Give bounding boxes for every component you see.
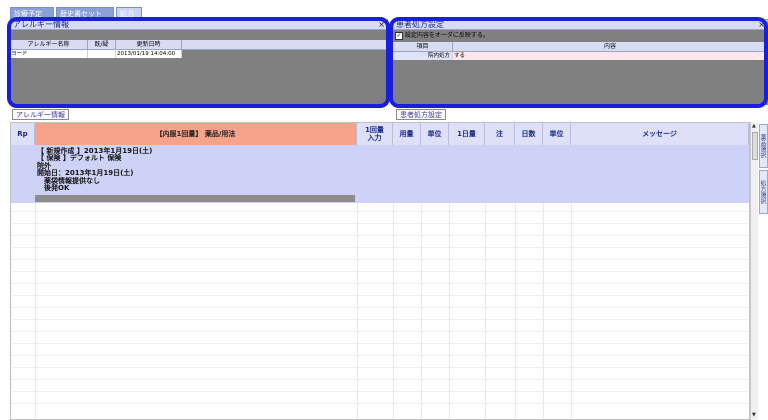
scroll-down-icon[interactable]: ▼ [752,412,756,418]
grid-row-line [11,355,749,356]
allergy-panel-title-text: アレルギー情報 [13,20,69,29]
col-unit[interactable]: 単位 [421,123,449,145]
entry-text: 【 新規作成 】2013年1月19日(土) 【 保険 】デフォルト 保険 院外 … [37,147,152,193]
col-days[interactable]: 日数 [515,123,543,145]
col-value[interactable]: 内容 [453,42,768,51]
col-amount[interactable]: 用量 [393,123,421,145]
grid-row-line [11,391,749,392]
prescription-grid[interactable]: Rp 【内服1回量】 薬品/用法 1回量 入力 用量 単位 1日量 注 日数 単… [10,122,750,420]
col-allergy-type[interactable]: 既/疑 [88,40,116,49]
col-note[interactable]: 注 [485,123,515,145]
grid-header: Rp 【内服1回量】 薬品/用法 1回量 入力 用量 単位 1日量 注 日数 単… [11,123,749,146]
col-item[interactable]: 項目 [393,42,453,51]
prescription-settings-button[interactable]: 患者処方設定 [396,109,446,120]
side-tab-prescription-select[interactable]: 処方選択 [759,170,768,214]
grid-row-line [11,247,749,248]
allergy-info-button[interactable]: アレルギー情報 [12,109,69,120]
reflect-to-order-option[interactable]: ✓ 設定内容をオーダに反映する。 [395,31,489,40]
reflect-to-order-label: 設定内容をオーダに反映する。 [404,32,489,39]
input-row-bar[interactable] [35,195,355,202]
tab-prescription[interactable]: 処方 [116,7,142,19]
grid-row-line [11,307,749,308]
col-drug[interactable]: 【内服1回量】 薬品/用法 [35,123,357,145]
allergy-panel-title: アレルギー情報 × [10,19,388,30]
col-allergy-name[interactable]: アレルギー名称 [10,40,88,49]
tab-history-set[interactable]: 歴史書セット [56,7,114,19]
setting-value-cell: する [453,52,768,60]
tab-schedule[interactable]: 診療予定 [10,7,54,19]
grid-row-line [11,235,749,236]
table-row[interactable]: 院内処方 する [393,52,768,60]
allergy-panel: アレルギー情報 × アレルギー名称 既/疑 更新日時 ヨード 2013/01/1… [10,19,388,105]
setting-item-cell: 院内処方 [393,52,453,60]
grid-row-line [11,295,749,296]
table-row[interactable]: ヨード 2013/01/19 14:04:00 [10,50,182,58]
grid-row-line [11,403,749,404]
grid-row-line [11,271,749,272]
grid-row-line [11,259,749,260]
allergy-updated-cell: 2013/01/19 14:04:00 [116,50,182,58]
allergy-table-header: アレルギー名称 既/疑 更新日時 [10,40,388,50]
col-rp[interactable]: Rp [11,123,35,145]
col-message[interactable]: メッセージ [571,123,749,145]
prescription-settings-panel: 患者処方設定 × ✓ 設定内容をオーダに反映する。 項目 内容 院内処方 する [393,19,768,105]
grid-row-line [11,331,749,332]
grid-row-line [11,223,749,224]
prescription-panel-title-text: 患者処方設定 [396,20,444,29]
side-tab-drug-select[interactable]: 薬品選択 [759,124,768,168]
entry-generic-ok: 後発OK [44,184,70,193]
grid-row-line [11,379,749,380]
checkbox-checked-icon[interactable]: ✓ [395,31,403,40]
scroll-up-icon[interactable]: ▲ [752,123,756,129]
close-icon[interactable]: × [758,20,765,30]
grid-row-line [11,283,749,284]
allergy-type-cell [88,50,116,58]
prescription-table-header: 項目 内容 [393,42,768,52]
col-unit2[interactable]: 単位 [543,123,571,145]
grid-row-line [11,343,749,344]
grid-scrollbar[interactable]: ▲ ▼ [750,122,758,420]
allergy-name-cell: ヨード [10,50,88,58]
grid-row-line [11,367,749,368]
close-icon[interactable]: × [378,20,385,30]
col-daily[interactable]: 1日量 [449,123,485,145]
col-dose-input[interactable]: 1回量 入力 [357,123,393,145]
grid-row-line [11,211,749,212]
prescription-panel-title: 患者処方設定 × [393,19,768,30]
grid-row-line [11,319,749,320]
col-allergy-updated[interactable]: 更新日時 [116,40,182,49]
